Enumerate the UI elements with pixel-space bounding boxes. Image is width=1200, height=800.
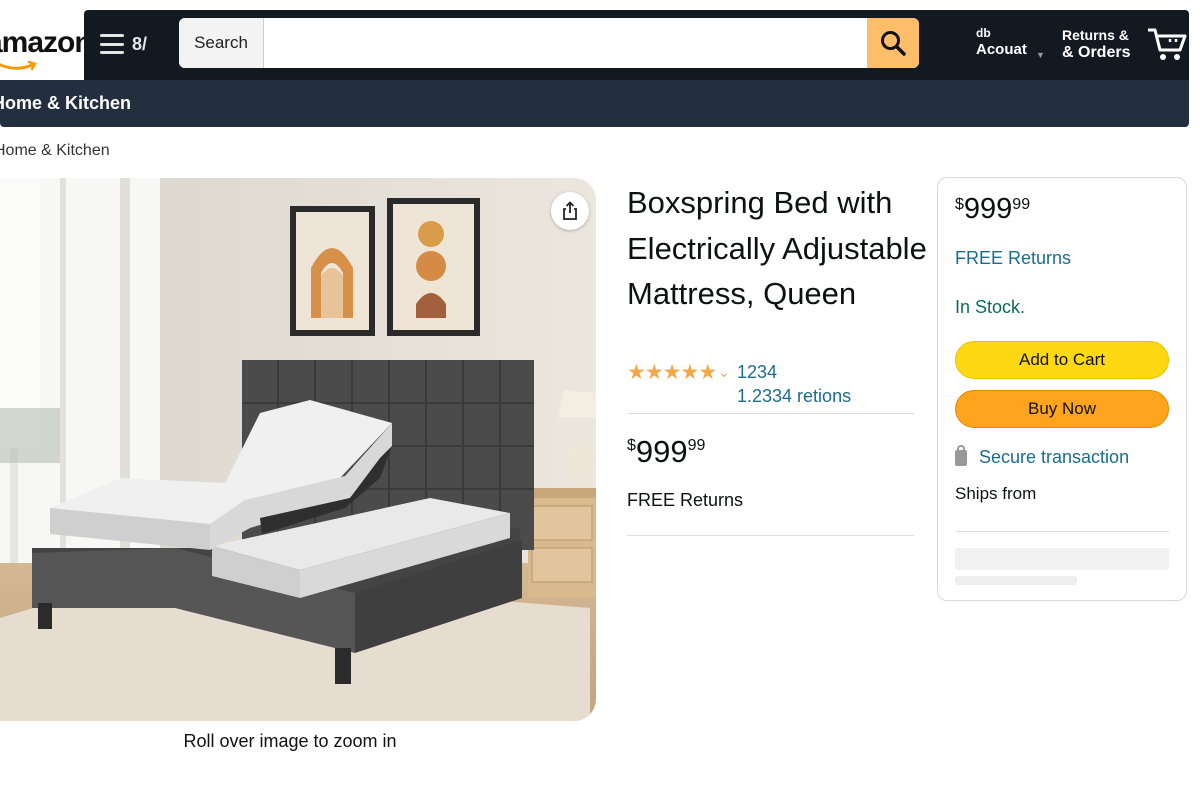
loading-placeholder xyxy=(955,576,1077,585)
secure-transaction-label: Secure transaction xyxy=(979,447,1130,467)
star-icon: ★ xyxy=(662,360,682,384)
breadcrumb[interactable]: Home & Kitchen xyxy=(0,142,110,160)
top-navigation-bar: 8/ Search db Acouat ▼ Returns & & Orders xyxy=(84,10,1189,80)
cart-button[interactable] xyxy=(1146,24,1188,64)
logo-smile-icon xyxy=(0,60,37,71)
cart-icon xyxy=(1148,28,1187,60)
product-image[interactable] xyxy=(0,178,596,721)
buy-box xyxy=(937,177,1187,601)
amazon-logo[interactable]: amazon xyxy=(0,10,84,80)
returns-orders-link[interactable]: Returns & & Orders xyxy=(1062,26,1144,62)
search-icon xyxy=(881,31,906,56)
loading-placeholder xyxy=(955,548,1169,570)
search-button[interactable] xyxy=(867,18,919,68)
divider xyxy=(627,535,914,536)
returns-line1: Returns & xyxy=(1062,27,1129,43)
menu-button[interactable]: 8/ xyxy=(100,28,156,60)
search-input[interactable] xyxy=(264,18,867,68)
zoom-hint: Roll over image to zoom in xyxy=(183,731,397,751)
product-price: $99999 xyxy=(627,434,705,470)
department-link[interactable]: Home & Kitchen xyxy=(0,93,131,114)
menu-glyph: 8/ xyxy=(132,33,148,54)
buy-now-button[interactable]: Buy Now xyxy=(955,390,1169,428)
chevron-down-icon: ⌄ xyxy=(718,363,730,380)
secure-transaction-link[interactable]: Secure transaction xyxy=(955,444,1130,468)
stock-status: In Stock. xyxy=(955,297,1026,317)
divider xyxy=(955,531,1169,532)
share-button[interactable] xyxy=(551,192,589,230)
star-icon: ★ xyxy=(627,360,646,384)
add-to-cart-button[interactable]: Add to Cart xyxy=(955,341,1169,379)
divider xyxy=(627,413,914,414)
chevron-down-icon: ▼ xyxy=(1036,50,1045,60)
rating-count-link[interactable]: 1234 xyxy=(737,362,777,383)
department-bar: Home & Kitchen xyxy=(0,80,1189,127)
price-whole: 999 xyxy=(963,193,1013,225)
star-icon: ★ xyxy=(698,360,717,384)
account-menu[interactable]: db Acouat ▼ xyxy=(976,26,1048,66)
bed-photo xyxy=(0,178,596,721)
logo-text: amazon xyxy=(0,26,84,59)
lock-icon xyxy=(955,444,967,466)
price-fraction: 99 xyxy=(1012,196,1031,213)
star-icon: ★ xyxy=(644,360,664,384)
price-currency: $ xyxy=(627,437,636,454)
price-currency: $ xyxy=(955,196,964,213)
star-rating[interactable]: ★ ★ ★ ★ ★ ⌄ xyxy=(627,360,730,384)
ships-from-label: Ships from xyxy=(955,484,1037,503)
share-icon xyxy=(563,201,577,220)
star-icon: ★ xyxy=(680,360,699,384)
returns-line2: & Orders xyxy=(1062,44,1131,61)
price-fraction: 99 xyxy=(687,437,706,454)
menu-icon xyxy=(100,34,124,54)
free-returns-link[interactable]: FREE Returns xyxy=(627,490,743,511)
ratings-link[interactable]: 1.2334 retions xyxy=(737,386,851,407)
buybox-free-returns-link[interactable]: FREE Returns xyxy=(955,248,1071,269)
account-greeting: db xyxy=(976,26,991,40)
search-category-dropdown[interactable]: Search xyxy=(179,18,264,68)
price-whole: 999 xyxy=(635,434,688,469)
search-bar: Search xyxy=(179,18,919,68)
product-title: Boxspring Bed with Electrically Adjustab… xyxy=(627,185,927,311)
buybox-price: $99999 xyxy=(955,193,1030,226)
